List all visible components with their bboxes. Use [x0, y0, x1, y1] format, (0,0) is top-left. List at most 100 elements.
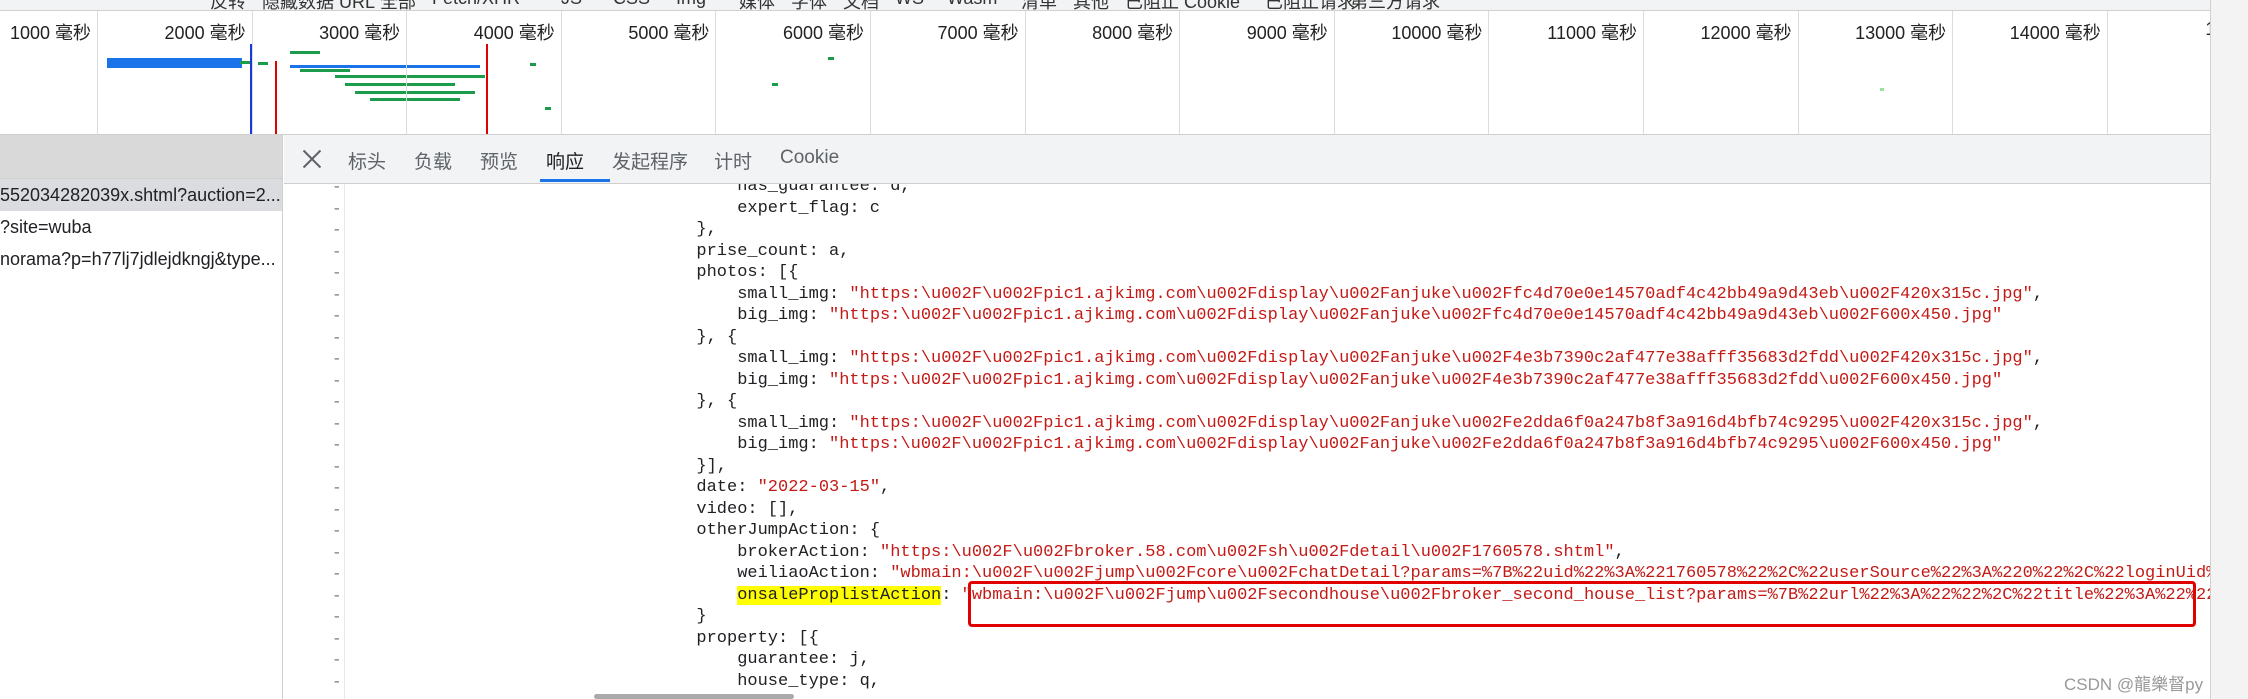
request-list: 552034282039x.shtml?auction=2... ?site=wu…: [0, 135, 283, 699]
string-value: "https:\u002F\u002Fpic1.ajkimg.com\u002F…: [829, 435, 2003, 454]
filter-item[interactable]: Img: [676, 0, 706, 9]
timeline-tick: [97, 11, 98, 134]
filter-item[interactable]: 全部: [380, 0, 416, 10]
horizontal-scrollbar-thumb[interactable]: [594, 694, 794, 699]
code-line: big_img: "https:\u002F\u002Fpic1.ajkimg.…: [737, 371, 2002, 390]
timeline-tick-label: 14000 毫秒: [2009, 23, 2101, 43]
request-filter-bar: 反转 隐藏数据 URL 全部 Fetch/XHR JS CSS Img 媒体 字体 文档 WS Was…: [0, 0, 2248, 11]
tab-1[interactable]: 负载: [414, 147, 452, 174]
timeline-request-bar: [240, 61, 250, 64]
timeline-tick-label: 2000 毫秒: [164, 23, 246, 43]
code-token: ,: [1614, 542, 1625, 562]
gutter-marker: -: [332, 264, 342, 282]
code-token: brokerAction:: [737, 542, 881, 562]
timeline-tick-label: 8000 毫秒: [1092, 23, 1174, 43]
code-line: date: "2022-03-15",: [696, 478, 890, 497]
network-overview-timeline[interactable]: 1000 毫秒 2000 毫秒 3000 毫秒 4000 毫秒 5000 毫秒 6000 …: [0, 11, 2210, 135]
filter-item[interactable]: JS: [561, 0, 582, 9]
string-value: "https:\u002F\u002Fpic1.ajkimg.com\u002F…: [849, 349, 2033, 368]
code-token: }, {: [696, 392, 738, 411]
tab-6[interactable]: Cookie: [780, 147, 839, 169]
code-line: }],: [696, 457, 727, 476]
gutter-marker: -: [332, 629, 342, 648]
request-list-item[interactable]: norama?p=h77lj7jdlejdkngj&type...: [0, 243, 282, 275]
timeline-request-bar: [1880, 88, 1884, 91]
timeline-tick: [1643, 11, 1644, 134]
timeline-request-bar: [290, 51, 320, 54]
code-line: small_img: "https:\u002F\u002Fpic1.ajkim…: [737, 285, 2043, 304]
load-event-line: [275, 61, 277, 134]
tab-0[interactable]: 标头: [348, 147, 386, 174]
timeline-tick: [715, 11, 717, 134]
string-value: "https:\u002F\u002Fbroker.58.com\u002Fsh…: [880, 542, 1615, 562]
tab-2[interactable]: 预览: [480, 147, 518, 174]
filter-item[interactable]: 已阻止 Cookie: [1125, 0, 1240, 10]
code-line: small_img: "https:\u002F\u002Fpic1.ajkim…: [737, 349, 2043, 368]
timeline-tick-label: 1000 毫秒: [9, 23, 91, 43]
filter-item[interactable]: 文档: [843, 0, 879, 10]
code-line: big_img: "https:\u002F\u002Fpic1.ajkimg.…: [737, 306, 2002, 325]
timeline-request-bar: [335, 75, 485, 78]
timeline-request-bar: [258, 62, 268, 65]
gutter-marker: -: [332, 479, 342, 497]
watermark: CSDN @龍樂督py: [2064, 675, 2204, 694]
code-line: },: [696, 220, 716, 239]
string-value: "https:\u002F\u002Fpic1.ajkimg.com\u002F…: [849, 284, 2033, 304]
code-token: },: [696, 220, 717, 239]
gutter-marker: -: [332, 393, 342, 411]
filter-item[interactable]: 媒体: [739, 0, 775, 10]
code-token: small_img:: [737, 413, 850, 433]
tab-3[interactable]: 响应: [546, 147, 584, 174]
code-token: date:: [696, 478, 758, 497]
code-token: has_guarantee: d,: [737, 184, 911, 196]
timeline-tick: [1024, 11, 1026, 134]
timeline-tick-label: 6000 毫秒: [782, 23, 864, 43]
gutter-marker: -: [332, 371, 342, 390]
timeline-request-bar: [530, 63, 536, 66]
timeline-tick: [870, 11, 871, 134]
code-token: ,: [880, 478, 891, 497]
gutter-marker: -: [332, 586, 342, 605]
gutter-marker: -: [332, 522, 342, 540]
gutter-marker: -: [332, 184, 342, 196]
filter-item[interactable]: 隐藏数据 URL: [262, 0, 375, 10]
request-list-item[interactable]: 552034282039x.shtml?auction=2...: [0, 179, 282, 211]
timeline-tick: [1179, 11, 1181, 134]
response-viewer[interactable]: - - - - - - - - - - - - - - - - - - - - - - - - has_guarantee: …: [284, 184, 2210, 699]
filter-item[interactable]: 反转: [210, 0, 246, 10]
request-list-item[interactable]: ?site=wuba: [0, 211, 282, 243]
gutter-marker: -: [332, 457, 342, 476]
filter-item[interactable]: 字体: [791, 0, 827, 10]
code-line: house_type: q,: [737, 672, 880, 691]
code-line: guarantee: j,: [737, 650, 870, 669]
filter-item[interactable]: 已阻止请求: [1265, 0, 1355, 10]
code-line: otherJumpAction: {: [696, 521, 880, 540]
detail-tab-bar: 标头 负载 预览 响应 发起程序 计时 Cookie: [284, 135, 2210, 184]
code-line: has_guarantee: d,: [737, 184, 910, 196]
filter-item[interactable]: Fetch/XHR: [432, 0, 520, 9]
gutter-marker: -: [332, 436, 342, 454]
filter-item[interactable]: WS: [895, 0, 924, 9]
timeline-tick: [1952, 11, 1954, 134]
close-icon[interactable]: [300, 147, 324, 171]
tab-5[interactable]: 计时: [714, 147, 752, 174]
filter-item[interactable]: 其他: [1073, 0, 1109, 10]
filter-item[interactable]: Wasm: [947, 0, 997, 9]
gutter-marker: -: [332, 350, 342, 368]
timeline-request-bar: [355, 91, 475, 94]
code-line: property: [{: [696, 629, 818, 648]
filter-item[interactable]: CSS: [613, 0, 650, 9]
timeline-tick: [251, 11, 253, 134]
right-panel-edge: [2210, 0, 2248, 699]
code-token: photos: [{: [696, 263, 799, 282]
gutter-marker: -: [332, 199, 342, 218]
filter-item[interactable]: 第三方请求: [1350, 0, 1440, 10]
tab-4[interactable]: 发起程序: [612, 147, 688, 174]
timeline-tick: [1333, 11, 1335, 134]
code-line: brokerAction: "https:\u002F\u002Fbroker.…: [737, 543, 1625, 562]
timeline-request-bar: [772, 83, 778, 86]
filter-item[interactable]: 清单: [1021, 0, 1057, 10]
code-token: big_img:: [737, 370, 830, 390]
code-token: :: [941, 585, 962, 605]
code-line: prise_count: a,: [696, 242, 849, 261]
